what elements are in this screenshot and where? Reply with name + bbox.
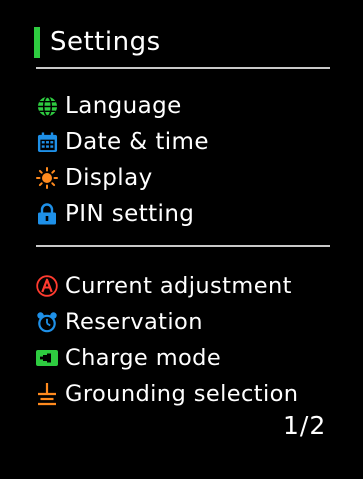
- menu-item-language[interactable]: Language: [36, 88, 356, 124]
- settings-screen: Settings Language Date & time Display PI…: [0, 0, 363, 479]
- page-title: Settings: [50, 27, 161, 57]
- menu-item-charge-mode[interactable]: Charge mode: [36, 340, 356, 376]
- menu-item-pin-setting[interactable]: PIN setting: [36, 196, 356, 232]
- menu-item-label: Charge mode: [65, 345, 222, 371]
- menu-item-label: Language: [65, 93, 182, 119]
- header-accent-bar: [34, 26, 40, 58]
- menu-item-label: Reservation: [65, 309, 203, 335]
- settings-menu-group-1: Language Date & time Display PIN setting: [36, 88, 356, 232]
- calendar-icon: [36, 131, 58, 153]
- menu-item-label: Date & time: [65, 129, 209, 155]
- menu-item-current-adjustment[interactable]: Current adjustment: [36, 268, 356, 304]
- menu-item-reservation[interactable]: Reservation: [36, 304, 356, 340]
- alarm-clock-icon: [36, 311, 58, 333]
- settings-menu-group-2: Current adjustment Reservation Charge mo…: [36, 268, 356, 412]
- menu-item-date-time[interactable]: Date & time: [36, 124, 356, 160]
- divider-top: [36, 67, 330, 69]
- globe-icon: [36, 95, 58, 117]
- menu-item-label: Display: [65, 165, 153, 191]
- menu-item-label: Grounding selection: [65, 381, 299, 407]
- menu-item-label: PIN setting: [65, 201, 195, 227]
- ground-icon: [36, 383, 58, 406]
- menu-item-label: Current adjustment: [65, 273, 292, 299]
- lock-icon: [36, 203, 58, 225]
- divider-middle: [36, 245, 330, 247]
- page-header: Settings: [34, 25, 161, 59]
- page-indicator: 1/2: [283, 411, 327, 440]
- menu-item-display[interactable]: Display: [36, 160, 356, 196]
- sun-icon: [36, 167, 58, 189]
- charger-plug-icon: [36, 347, 58, 369]
- menu-item-grounding-selection[interactable]: Grounding selection: [36, 376, 356, 412]
- ampere-icon: [36, 275, 58, 297]
